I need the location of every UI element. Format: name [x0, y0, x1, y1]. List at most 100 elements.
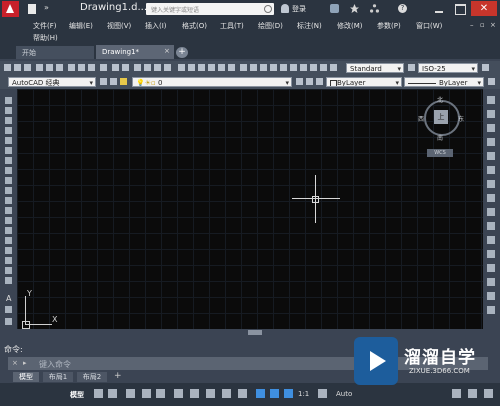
ortho-icon[interactable] — [142, 389, 151, 398]
polar-icon[interactable] — [156, 389, 165, 398]
grid-icon[interactable] — [94, 389, 103, 398]
lineweight-icon[interactable] — [488, 78, 495, 85]
sheet-set-icon[interactable] — [208, 64, 215, 71]
dimension-style-select[interactable]: ISO-25 — [418, 63, 478, 73]
array-icon[interactable] — [487, 152, 495, 160]
workspace-settings-icon[interactable] — [100, 78, 107, 85]
snap-icon[interactable] — [108, 389, 117, 398]
publish-icon[interactable] — [56, 64, 63, 71]
search-icon[interactable] — [264, 5, 272, 13]
tab-start[interactable]: 开始 — [16, 46, 94, 59]
tab-model[interactable]: 模型 — [13, 372, 39, 382]
tab-close-icon[interactable]: × — [164, 47, 170, 55]
layer-previous-icon[interactable] — [306, 78, 313, 85]
table-tool-icon[interactable] — [5, 267, 12, 274]
menu-window[interactable]: 窗口(W) — [416, 21, 442, 31]
object-snap-tracking-icon[interactable] — [190, 389, 199, 398]
erase-icon[interactable] — [487, 96, 495, 104]
region-tool-icon[interactable] — [5, 257, 12, 264]
spline-icon[interactable] — [5, 177, 12, 184]
match-icon[interactable] — [100, 64, 107, 71]
design-center-icon[interactable] — [188, 64, 195, 71]
add-selected-icon[interactable] — [5, 306, 12, 313]
network-icon[interactable] — [370, 4, 379, 13]
layer-states-icon[interactable] — [316, 78, 323, 85]
menu-insert[interactable]: 插入(I) — [145, 21, 167, 31]
compass-east[interactable]: 东 — [458, 114, 464, 123]
copy-icon[interactable] — [78, 64, 85, 71]
offset-icon[interactable] — [487, 138, 495, 146]
object-snap-icon[interactable] — [206, 389, 215, 398]
viewcube-top-face[interactable]: 上 — [434, 110, 448, 124]
text-tool-icon[interactable]: A — [6, 294, 11, 303]
quick-access-more-icon[interactable]: » — [44, 3, 49, 12]
auto-scale-icon[interactable] — [284, 389, 293, 398]
calculator-icon[interactable] — [228, 64, 235, 71]
scale-icon[interactable] — [487, 194, 495, 202]
move-icon[interactable] — [487, 166, 495, 174]
circle-icon[interactable] — [5, 157, 12, 164]
trim-icon[interactable] — [487, 222, 495, 230]
make-block-icon[interactable] — [5, 217, 12, 224]
maximize-button[interactable] — [450, 1, 470, 16]
menu-file[interactable]: 文件(F) — [33, 21, 57, 31]
undo-icon[interactable] — [112, 64, 119, 71]
zoom-window-icon[interactable] — [154, 64, 161, 71]
menu-tools[interactable]: 工具(T) — [220, 21, 244, 31]
gradient-fill-icon[interactable] — [5, 247, 12, 254]
extend-icon[interactable] — [487, 236, 495, 244]
attribute-icon[interactable] — [300, 64, 307, 71]
command-close-icon[interactable]: × — [12, 359, 18, 367]
hatch-tool-icon[interactable] — [310, 64, 317, 71]
help-icon[interactable]: ? — [398, 4, 407, 13]
scrollbar-thumb[interactable] — [248, 330, 262, 335]
minimize-button[interactable] — [429, 1, 449, 16]
table-icon[interactable] — [482, 64, 489, 71]
layer-properties-icon[interactable] — [110, 78, 117, 85]
star-icon[interactable] — [350, 4, 359, 13]
copy-object-icon[interactable] — [487, 110, 495, 118]
menu-format[interactable]: 格式(O) — [182, 21, 207, 31]
construction-line-icon[interactable] — [5, 107, 12, 114]
gradient-icon[interactable] — [320, 64, 327, 71]
polyline-icon[interactable] — [5, 117, 12, 124]
isolate-icon[interactable] — [452, 389, 461, 398]
transparency-icon[interactable] — [238, 389, 247, 398]
command-history-icon[interactable]: ▸ — [23, 359, 27, 367]
chamfer-icon[interactable] — [487, 278, 495, 286]
user-icon[interactable] — [281, 4, 289, 13]
ellipse-arc-icon[interactable] — [5, 197, 12, 204]
drawing-canvas[interactable] — [17, 89, 483, 329]
stretch-icon[interactable] — [487, 208, 495, 216]
ellipse-icon[interactable] — [5, 187, 12, 194]
menu-close-icon[interactable]: × — [490, 21, 496, 29]
tool-palette-icon[interactable] — [198, 64, 205, 71]
tab-drawing1[interactable]: Drawing1* × — [96, 45, 174, 59]
tab-layout1[interactable]: 布局1 — [43, 372, 73, 382]
menu-restore-icon[interactable]: ▫ — [480, 21, 485, 29]
explode-icon[interactable] — [487, 306, 495, 314]
close-button[interactable]: ✕ — [471, 1, 497, 16]
login-button[interactable]: 登录 — [292, 4, 306, 14]
text-style-icon[interactable] — [240, 64, 247, 71]
break-icon[interactable] — [487, 250, 495, 258]
new-file-icon[interactable] — [28, 4, 36, 14]
pan-icon[interactable] — [134, 64, 141, 71]
model-space-button[interactable]: 模型 — [70, 390, 84, 400]
properties-icon[interactable] — [178, 64, 185, 71]
polygon-icon[interactable] — [5, 127, 12, 134]
multileader-icon[interactable] — [270, 64, 277, 71]
customization-icon[interactable] — [484, 389, 493, 398]
markup-icon[interactable] — [218, 64, 225, 71]
fillet-icon[interactable] — [487, 292, 495, 300]
menu-parametric[interactable]: 参数(P) — [377, 21, 401, 31]
layer-select[interactable]: 💡☀▫ 0 — [132, 77, 292, 87]
annotation-scale-icon[interactable] — [256, 389, 265, 398]
workspace-select[interactable]: AutoCAD 经典 — [8, 77, 96, 87]
lightbulb-icon[interactable] — [120, 78, 127, 85]
hatch-icon[interactable] — [5, 237, 12, 244]
scale-value[interactable]: 1:1 — [298, 390, 309, 398]
preview-icon[interactable] — [46, 64, 53, 71]
line-icon[interactable] — [5, 97, 12, 104]
join-icon[interactable] — [487, 264, 495, 272]
